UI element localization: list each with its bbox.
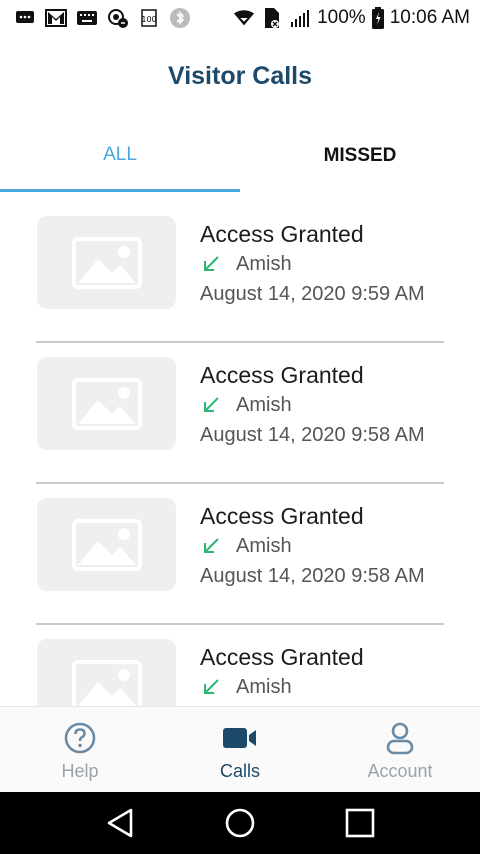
call-date: August 14, 2020 9:58 AM	[200, 424, 425, 446]
counter-icon: 100	[138, 9, 160, 27]
tab-missed[interactable]: MISSED	[240, 132, 480, 192]
tab-all[interactable]: ALL	[0, 132, 240, 192]
vpn-icon	[107, 9, 129, 28]
nav-help-label: Help	[61, 761, 99, 781]
clock: 10:06 AM	[389, 7, 470, 28]
caller-name: Amish	[236, 676, 292, 698]
notification-icons: 100	[14, 8, 191, 28]
image-placeholder-icon	[37, 357, 176, 450]
image-placeholder-icon	[37, 639, 176, 706]
list-item[interactable]: Access Granted Amish	[36, 625, 444, 706]
nav-calls[interactable]: Calls	[160, 707, 320, 793]
call-status: Access Granted	[200, 221, 364, 247]
nav-help[interactable]: Help	[0, 707, 160, 793]
nav-account[interactable]: Account	[320, 707, 480, 793]
incoming-arrow-icon	[204, 679, 219, 694]
calls-list[interactable]: Access Granted Amish August 14, 2020 9:5…	[36, 202, 444, 706]
call-date: August 14, 2020 9:59 AM	[200, 283, 425, 305]
battery-icon	[371, 7, 384, 29]
sim-icon	[261, 8, 283, 28]
caller-name: Amish	[236, 535, 292, 557]
call-status: Access Granted	[200, 503, 364, 529]
system-navigation-bar	[0, 792, 480, 854]
page-title: Visitor Calls	[167, 62, 313, 90]
incoming-arrow-icon	[204, 538, 219, 553]
tab-bar: ALL MISSED	[0, 132, 480, 192]
svg-text:100: 100	[141, 15, 156, 24]
help-icon	[64, 722, 96, 754]
list-item[interactable]: Access Granted Amish August 14, 2020 9:5…	[36, 343, 444, 484]
call-status: Access Granted	[200, 644, 364, 670]
caller-name: Amish	[236, 253, 292, 275]
home-icon[interactable]	[218, 801, 262, 845]
gmail-icon	[45, 9, 67, 27]
nav-calls-label: Calls	[219, 761, 260, 781]
signal-icon	[289, 9, 311, 27]
caller-name: Amish	[236, 394, 292, 416]
call-status: Access Granted	[200, 362, 364, 388]
nav-account-label: Account	[367, 761, 433, 781]
wifi-icon	[233, 9, 255, 27]
battery-percent: 100%	[317, 7, 366, 28]
back-icon[interactable]	[98, 801, 142, 845]
user-icon	[386, 722, 414, 755]
incoming-arrow-icon	[204, 397, 219, 412]
recents-icon[interactable]	[338, 801, 382, 845]
bottom-navigation: Help Calls Account	[0, 706, 480, 793]
image-placeholder-icon	[37, 216, 176, 309]
message-icon	[14, 9, 36, 27]
status-bar: 100 100% 10:06 AM	[0, 0, 480, 36]
video-camera-icon	[223, 728, 256, 748]
call-date: August 14, 2020 9:58 AM	[200, 565, 425, 587]
image-placeholder-icon	[37, 498, 176, 591]
list-item[interactable]: Access Granted Amish August 14, 2020 9:5…	[36, 202, 444, 343]
keyboard-icon	[76, 9, 98, 27]
list-item[interactable]: Access Granted Amish August 14, 2020 9:5…	[36, 484, 444, 625]
incoming-arrow-icon	[204, 256, 219, 271]
bluetooth-icon	[169, 8, 191, 28]
